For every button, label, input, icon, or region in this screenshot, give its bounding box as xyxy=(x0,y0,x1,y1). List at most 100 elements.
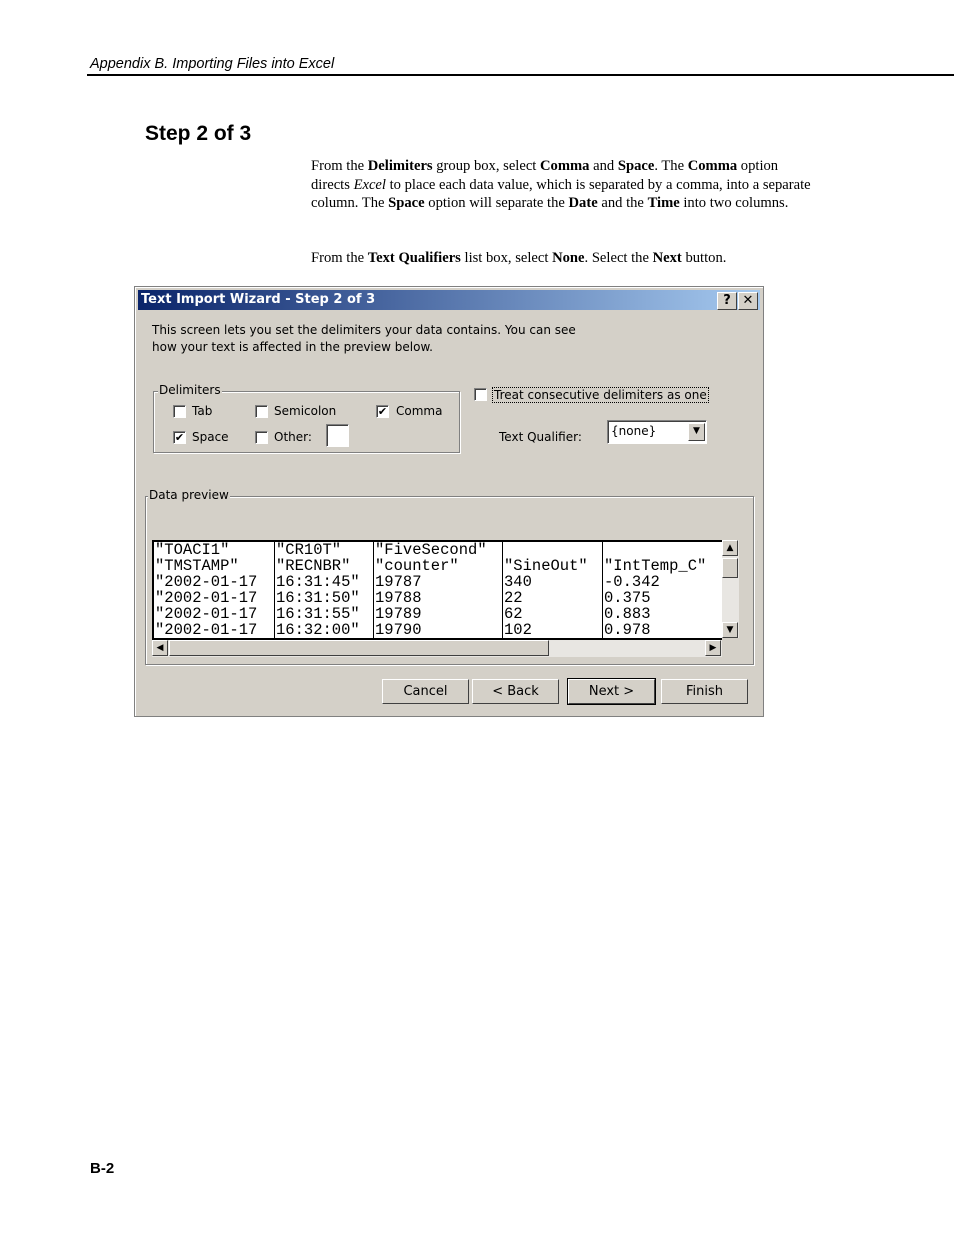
cancel-button[interactable]: Cancel xyxy=(382,679,469,704)
intro-line-1: This screen lets you set the delimiters … xyxy=(152,323,576,337)
paragraph-1: From the Delimiters group box, select Co… xyxy=(311,157,811,213)
text-run: into two columns. xyxy=(679,195,789,211)
page-number: B-2 xyxy=(90,1160,115,1177)
running-header: Appendix B. Importing Files into Excel xyxy=(90,56,335,72)
text-run: From the xyxy=(311,250,368,266)
tab-checkbox[interactable] xyxy=(173,405,186,418)
text-run: list box, select xyxy=(460,250,553,266)
preview-column[interactable]: "FiveSecond" "counter" 19787 19788 19789 1979… xyxy=(373,542,503,638)
preview-cell: "2002-01-17 xyxy=(155,589,258,607)
data-preview-table: "TOACI1" "TMSTAMP" "2002-01-17 "2002-01-17 "… xyxy=(152,540,722,640)
preview-cell: "SineOut" xyxy=(504,557,588,575)
text-qualifier-select[interactable]: {none} ▼ xyxy=(607,420,707,444)
back-button[interactable]: < Back xyxy=(472,679,559,704)
preview-cell: "TOACI1" xyxy=(155,541,230,559)
text-run: group box, select xyxy=(432,158,541,174)
bold-term: Space xyxy=(617,158,655,174)
preview-cell: 62 xyxy=(504,605,523,623)
bold-term: Comma xyxy=(540,158,590,174)
preview-column[interactable]: "SineOut" 340 22 62 102 xyxy=(502,542,603,638)
preview-column[interactable]: "IntTemp_C" -0.342 0.375 0.883 0.978 xyxy=(602,542,722,638)
finish-button[interactable]: Finish xyxy=(661,679,748,704)
text-qualifier-value: {none} xyxy=(611,424,657,438)
treat-consecutive-checkbox[interactable] xyxy=(474,388,487,401)
close-button[interactable]: ✕ xyxy=(738,292,758,310)
vertical-scroll-thumb[interactable] xyxy=(722,558,738,578)
text-qualifier-label: Text Qualifier: xyxy=(499,430,582,444)
bold-term: None xyxy=(552,250,585,266)
text-run: and xyxy=(589,158,618,174)
horizontal-scrollbar[interactable]: ◀ ▶ xyxy=(152,640,722,657)
preview-cell: "RECNBR" xyxy=(276,557,351,575)
comma-checkbox[interactable]: ✔ xyxy=(376,405,389,418)
semicolon-checkbox[interactable] xyxy=(255,405,268,418)
bold-term: Date xyxy=(568,195,598,211)
preview-cell: "IntTemp_C" xyxy=(604,557,707,575)
bold-term: Space xyxy=(388,195,425,211)
preview-cell: "CR10T" xyxy=(276,541,342,559)
help-button[interactable]: ? xyxy=(717,292,737,310)
preview-cell: 16:31:55" xyxy=(276,605,360,623)
delimiters-label: Delimiters xyxy=(158,383,222,397)
preview-cell: 0.978 xyxy=(604,621,651,639)
text-run: . Select the xyxy=(584,250,653,266)
preview-cell: 19787 xyxy=(375,573,422,591)
text-run: . The xyxy=(654,158,688,174)
preview-cell: 0.375 xyxy=(604,589,651,607)
comma-label: Comma xyxy=(396,404,443,418)
next-button[interactable]: Next > xyxy=(567,678,656,705)
scroll-down-icon[interactable]: ▼ xyxy=(722,622,738,638)
intro-line-2: how your text is affected in the preview… xyxy=(152,340,433,354)
other-checkbox[interactable] xyxy=(255,431,268,444)
preview-cell xyxy=(603,542,722,558)
text-import-wizard-dialog: Text Import Wizard - Step 2 of 3 ? ✕ Thi… xyxy=(134,286,764,717)
bold-term: Time xyxy=(647,195,680,211)
bold-term: Comma xyxy=(687,158,738,174)
treat-consecutive-label: Treat consecutive delimiters as one xyxy=(492,387,709,403)
header-rule xyxy=(87,74,954,76)
preview-cell: 0.883 xyxy=(604,605,651,623)
preview-cell: 19789 xyxy=(375,605,422,623)
preview-cell: "2002-01-17 xyxy=(155,621,258,639)
bold-term: Delimiters xyxy=(367,158,433,174)
preview-cell: 22 xyxy=(504,589,523,607)
scroll-up-icon[interactable]: ▲ xyxy=(722,540,738,556)
preview-cell: 19788 xyxy=(375,589,422,607)
section-title: Step 2 of 3 xyxy=(145,122,252,145)
text-run: From the xyxy=(311,158,368,174)
dialog-title: Text Import Wizard - Step 2 of 3 xyxy=(141,292,376,307)
vertical-scrollbar[interactable]: ▲ ▼ xyxy=(722,540,739,638)
preview-cell: "2002-01-17 xyxy=(155,573,258,591)
scroll-left-icon[interactable]: ◀ xyxy=(152,640,168,656)
bold-term: Text Qualifiers xyxy=(367,250,461,266)
text-run: and the xyxy=(597,195,648,211)
preview-cell xyxy=(503,542,603,558)
data-preview-label: Data preview xyxy=(148,488,230,502)
preview-cell: 340 xyxy=(504,573,532,591)
preview-column[interactable]: "CR10T" "RECNBR" 16:31:45" 16:31:50" 16:31:5… xyxy=(274,542,374,638)
preview-cell: 16:32:00" xyxy=(276,621,360,639)
preview-column[interactable]: "TOACI1" "TMSTAMP" "2002-01-17 "2002-01-17 "… xyxy=(154,542,274,638)
other-label: Other: xyxy=(274,430,312,444)
italic-term: Excel xyxy=(353,176,386,193)
paragraph-2: From the Text Qualifiers list box, selec… xyxy=(311,249,811,268)
preview-cell: "TMSTAMP" xyxy=(155,557,239,575)
scroll-right-icon[interactable]: ▶ xyxy=(705,640,721,656)
preview-cell: 102 xyxy=(504,621,532,639)
preview-cell: "2002-01-17 xyxy=(155,605,258,623)
document-page: Appendix B. Importing Files into Excel S… xyxy=(0,0,954,1235)
space-checkbox[interactable]: ✔ xyxy=(173,431,186,444)
space-label: Space xyxy=(192,430,229,444)
bold-term: Next xyxy=(652,250,682,266)
preview-cell: "counter" xyxy=(375,557,459,575)
other-input[interactable] xyxy=(326,424,349,447)
dropdown-arrow-icon[interactable]: ▼ xyxy=(688,423,705,441)
preview-cell: 16:31:50" xyxy=(276,589,360,607)
preview-cell: 16:31:45" xyxy=(276,573,360,591)
semicolon-label: Semicolon xyxy=(274,404,337,418)
tab-label: Tab xyxy=(192,404,213,418)
horizontal-scroll-thumb[interactable] xyxy=(169,640,549,656)
preview-cell: -0.342 xyxy=(604,573,660,591)
preview-cell: 19790 xyxy=(375,621,422,639)
text-run: button. xyxy=(681,250,727,266)
